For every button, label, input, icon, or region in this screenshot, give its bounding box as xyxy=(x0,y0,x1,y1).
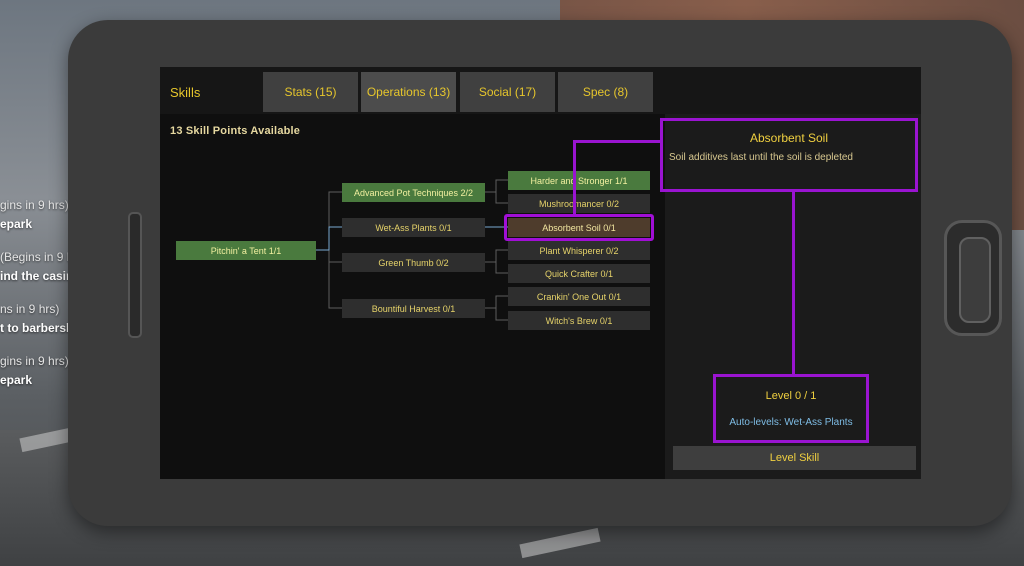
skill-node-pitchin-a-tent[interactable]: Pitchin' a Tent 1/1 xyxy=(176,241,316,260)
skill-level: Level 0 / 1 xyxy=(765,390,817,402)
tablet-home-button[interactable] xyxy=(944,220,1002,336)
home-button-inner xyxy=(959,237,991,323)
skills-screen: Skills Stats (15) Operations (13) Social… xyxy=(160,67,921,479)
selected-skill-highlight xyxy=(504,214,654,241)
callout-line xyxy=(573,140,576,215)
callout-line xyxy=(792,189,795,374)
tablet-side-button-left xyxy=(128,212,142,338)
skill-node-green-thumb[interactable]: Green Thumb 0/2 xyxy=(342,253,485,272)
skill-node-bountiful-harvest[interactable]: Bountiful Harvest 0/1 xyxy=(342,299,485,318)
skill-level-box: Level 0 / 1 Auto-levels: Wet-Ass Plants xyxy=(713,374,869,443)
skill-name: Absorbent Soil xyxy=(749,131,829,145)
skill-info-box: Absorbent Soil Soil additives last until… xyxy=(660,118,918,192)
skill-node-plant-whisperer[interactable]: Plant Whisperer 0/2 xyxy=(508,241,650,260)
skill-node-witchs-brew[interactable]: Witch's Brew 0/1 xyxy=(508,311,650,330)
skill-node-mushroomancer[interactable]: Mushroomancer 0/2 xyxy=(508,194,650,213)
auto-level-info: Auto-levels: Wet-Ass Plants xyxy=(729,417,853,428)
callout-line xyxy=(573,140,660,143)
skill-tree: Pitchin' a Tent 1/1 Advanced Pot Techniq… xyxy=(160,67,665,479)
skill-node-quick-crafter[interactable]: Quick Crafter 0/1 xyxy=(508,264,650,283)
skill-node-wet-ass-plants[interactable]: Wet-Ass Plants 0/1 xyxy=(342,218,485,237)
skill-node-harder-and-stronger[interactable]: Harder and Stronger 1/1 xyxy=(508,171,650,190)
skill-node-crankin-one-out[interactable]: Crankin' One Out 0/1 xyxy=(508,287,650,306)
skill-description: Soil additives last until the soil is de… xyxy=(669,152,853,163)
skill-node-advanced-pot-techniques[interactable]: Advanced Pot Techniques 2/2 xyxy=(342,183,485,202)
level-skill-button[interactable]: Level Skill xyxy=(673,446,916,470)
